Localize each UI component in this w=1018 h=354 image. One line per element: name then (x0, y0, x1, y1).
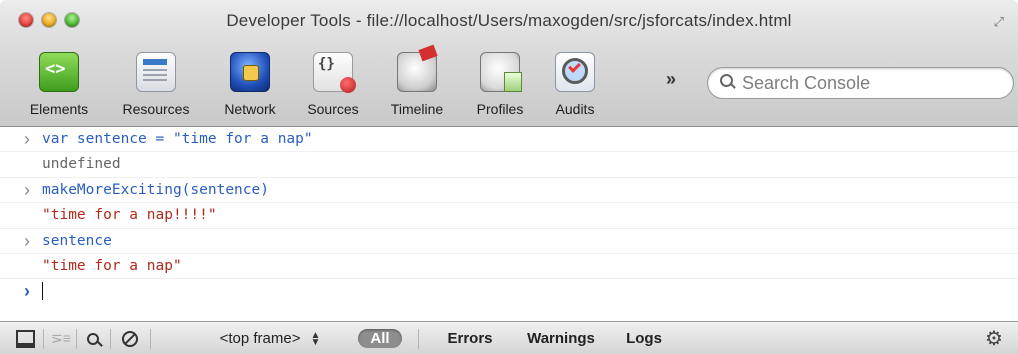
filter-errors-button[interactable]: Errors (434, 322, 506, 354)
console-output[interactable]: var sentence = "time for a nap" undefine… (0, 127, 1018, 321)
frame-select-value: <top frame> (219, 330, 301, 347)
console-input-line: sentence (0, 229, 1018, 254)
tab-timeline[interactable]: Timeline (380, 52, 454, 117)
search-console-field[interactable] (707, 67, 1014, 99)
tab-network[interactable]: Network (213, 52, 287, 117)
console-prompt[interactable] (0, 279, 1018, 303)
find-icon[interactable] (76, 322, 110, 354)
more-panels-chevron-icon[interactable]: » (666, 69, 676, 90)
settings-gear-icon[interactable]: ⚙ (978, 322, 1010, 354)
sources-icon (313, 52, 356, 93)
status-bar: ⋝≡ <top frame> ▲ ▼ All Errors Warnings Lo… (0, 321, 1018, 354)
search-icon (720, 74, 733, 87)
search-console-input[interactable] (740, 71, 1004, 95)
window-chrome: Developer Tools - file://localhost/Users… (0, 0, 1018, 127)
tab-audits[interactable]: Audits (545, 52, 605, 117)
execution-context-icon[interactable]: ⋝≡ (45, 322, 77, 354)
tab-elements[interactable]: Elements (24, 52, 94, 117)
window-title: Developer Tools - file://localhost/Users… (226, 11, 792, 30)
elements-icon (39, 52, 79, 92)
tab-network-label: Network (224, 101, 276, 117)
tab-sources[interactable]: Sources (299, 52, 367, 117)
fullscreen-icon[interactable]: ⤢ (994, 14, 1004, 30)
resources-icon (136, 52, 176, 92)
filter-all-label: All (358, 329, 402, 348)
audits-icon (555, 52, 595, 92)
console-result-line: "time for a nap" (0, 254, 1018, 280)
clear-console-icon[interactable] (111, 322, 149, 354)
divider (43, 329, 44, 349)
filter-warnings-button[interactable]: Warnings (515, 322, 607, 354)
select-arrows-icon: ▲ ▼ (310, 329, 321, 348)
timeline-icon (397, 52, 437, 92)
filter-logs-button[interactable]: Logs (618, 322, 670, 354)
tab-profiles[interactable]: Profiles (467, 52, 533, 117)
tab-resources-label: Resources (122, 101, 190, 117)
filter-all-button[interactable]: All (357, 322, 403, 354)
tab-audits-label: Audits (555, 101, 595, 117)
network-icon (230, 52, 270, 92)
divider (150, 329, 151, 349)
console-result-line: undefined (0, 152, 1018, 178)
console-input-line: var sentence = "time for a nap" (0, 127, 1018, 153)
dock-toggle-icon[interactable] (8, 322, 42, 354)
tab-profiles-label: Profiles (476, 101, 524, 117)
panel-toolbar: Elements Resources Network Sources Timel… (0, 40, 1018, 126)
console-result-line: "time for a nap!!!!" (0, 203, 1018, 229)
title-bar: Developer Tools - file://localhost/Users… (0, 0, 1018, 40)
console-input-line: makeMoreExciting(sentence) (0, 178, 1018, 204)
tab-sources-label: Sources (307, 101, 359, 117)
frame-select[interactable]: <top frame> ▲ ▼ (200, 322, 340, 354)
text-cursor (42, 282, 43, 301)
tab-resources[interactable]: Resources (115, 52, 197, 117)
divider (418, 329, 419, 349)
devtools-window: Developer Tools - file://localhost/Users… (0, 0, 1018, 354)
profiles-icon (480, 52, 522, 92)
tab-elements-label: Elements (29, 101, 89, 117)
tab-timeline-label: Timeline (390, 101, 444, 117)
